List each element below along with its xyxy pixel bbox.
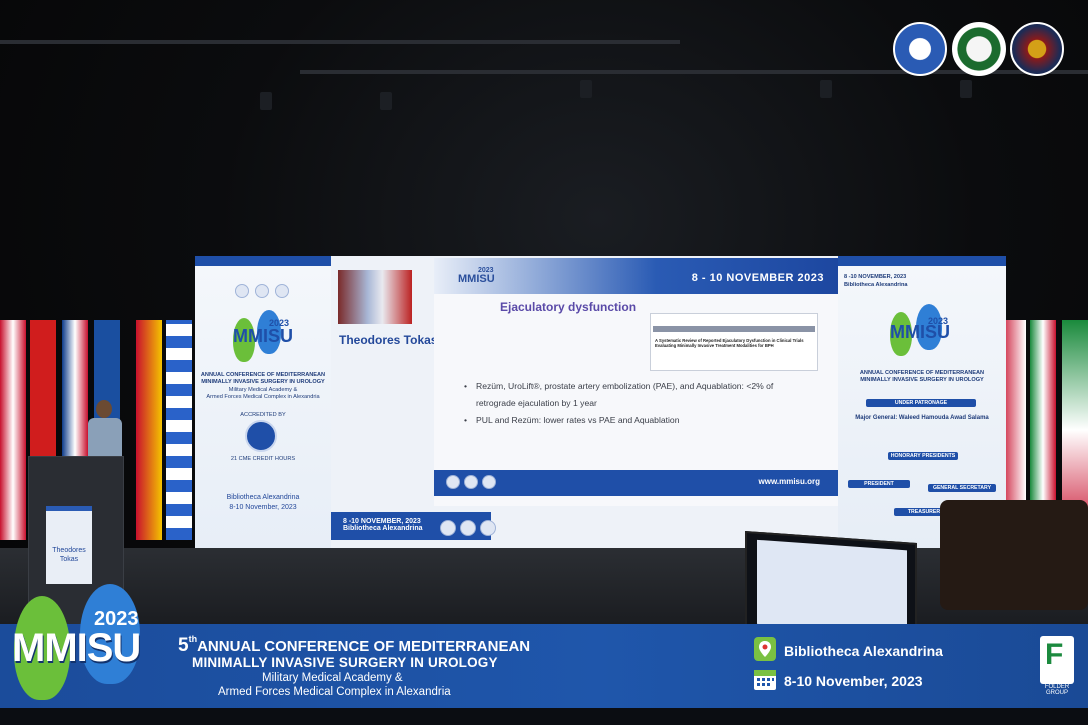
banner-conf-line2: MINIMALLY INVASIVE SURGERY IN UROLOGY xyxy=(192,655,498,670)
banner-dates: 8-10 November, 2023 xyxy=(784,673,923,689)
secretary-heading: GENERAL SECRETARY xyxy=(928,484,996,492)
flag xyxy=(136,320,162,540)
right-panel-venue: Bibliotheca Alexandrina xyxy=(844,282,908,288)
banner-shadow xyxy=(0,708,1088,725)
stage-floor xyxy=(0,548,1088,628)
panel-academy: Military Medical Academy & xyxy=(228,387,298,393)
podium-display xyxy=(46,506,92,584)
banner-mmisu-logo: MMISU xyxy=(12,626,141,670)
right-panel-dates: 8 -10 NOVEMBER, 2023 xyxy=(844,274,907,280)
logo-year: 2023 xyxy=(269,318,290,328)
seal-icon xyxy=(275,284,289,298)
slide-footer: www.mmisu.org xyxy=(434,470,838,496)
slide-title: Ejaculatory dysfunction xyxy=(500,300,637,314)
panel-conf-line2: MINIMALLY INVASIVE SURGERY IN UROLOGY xyxy=(201,379,325,385)
mmisu-seal-icon xyxy=(893,22,947,76)
speaker-video-feed xyxy=(338,270,412,324)
ceiling-truss xyxy=(0,40,680,44)
slide-logo-year: 2023 xyxy=(478,267,494,274)
stage-light xyxy=(820,80,832,98)
seal-icon xyxy=(235,284,249,298)
seal-icon xyxy=(440,520,456,536)
banner-ordinal: 5 xyxy=(178,635,189,656)
podium-speaker-name: Theodores Tokas xyxy=(52,547,86,563)
panel-seating xyxy=(940,500,1088,610)
mmisu-logo: MMISU xyxy=(233,326,293,346)
stage-light xyxy=(260,92,272,110)
left-sponsor-panel: MMISU 2023 ANNUAL CONFERENCE OF MEDITERR… xyxy=(195,256,331,552)
stage-light xyxy=(380,92,392,110)
seal-icon xyxy=(464,475,478,489)
right-conf-line2: MINIMALLY INVASIVE SURGERY IN UROLOGY xyxy=(860,377,984,383)
stage-light xyxy=(580,80,592,98)
speaker-name: Theodores Tokas xyxy=(339,333,438,347)
panel-dates: 8-10 November, 2023 xyxy=(229,504,297,511)
folder-group-text: FOLDER GROUP xyxy=(1040,684,1074,696)
accreditation-seal-icon xyxy=(245,420,277,452)
right-conf-line1: ANNUAL CONFERENCE OF MEDITERRANEAN xyxy=(859,370,985,376)
bottom-banner xyxy=(0,624,1088,708)
slide-bullet: Rezüm, UroLift®, prostate artery emboliz… xyxy=(464,378,804,412)
banner-ordinal-suffix: th xyxy=(188,634,198,644)
presentation-slide: MMISU 2023 8 - 10 NOVEMBER 2023 Ejaculat… xyxy=(434,258,838,506)
confidence-monitor xyxy=(745,530,917,640)
panel-conf-line1: ANNUAL CONFERENCE OF MEDITERRANEAN xyxy=(200,372,326,378)
banner-venue: Bibliotheca Alexandrina xyxy=(784,643,943,659)
folder-line2: GROUP xyxy=(1045,690,1068,696)
stage-light xyxy=(960,80,972,98)
paper-title: A Systematic Review of Reported Ejaculat… xyxy=(655,338,804,348)
location-pin-icon xyxy=(754,637,776,661)
banner-conf-line1: ANNUAL CONFERENCE OF MEDITERRANEAN xyxy=(197,638,531,655)
slide-url: www.mmisu.org xyxy=(758,477,821,486)
panel-complex: Armed Forces Medical Complex in Alexandr… xyxy=(206,394,320,400)
president-heading: PRESIDENT xyxy=(848,480,910,488)
honorary-heading: HONORARY PRESIDENTS xyxy=(888,452,958,460)
slide-logo: MMISU xyxy=(458,273,495,285)
seal-icon xyxy=(255,284,269,298)
patronage-heading: UNDER PATRONAGE xyxy=(866,399,976,407)
logo-year: 2023 xyxy=(928,316,949,326)
monitor-slide xyxy=(757,539,907,635)
flag xyxy=(166,320,192,540)
flag xyxy=(0,320,26,540)
paper-screenshot: A Systematic Review of Reported Ejaculat… xyxy=(650,313,818,371)
panel-venue: Bibliotheca Alexandrina xyxy=(226,494,300,501)
slide-bullet-list: Rezüm, UroLift®, prostate artery emboliz… xyxy=(464,378,804,429)
seal-icon xyxy=(460,520,476,536)
seal-icon xyxy=(482,475,496,489)
banner-conference-title: 5thANNUAL CONFERENCE OF MEDITERRANEAN xyxy=(178,634,530,657)
banner-academy: Military Medical Academy & xyxy=(262,672,403,684)
seal-icon xyxy=(446,475,460,489)
paper-section-bar xyxy=(653,326,815,332)
seal-icon xyxy=(480,520,496,536)
panel-accredited: ACCREDITED BY xyxy=(240,412,286,418)
academy-seal-icon xyxy=(952,22,1006,76)
banner-complex: Armed Forces Medical Complex in Alexandr… xyxy=(218,686,451,698)
panel-cme: 21 CME CREDIT HOURS xyxy=(230,456,296,462)
armed-forces-seal-icon xyxy=(1010,22,1064,76)
folder-group-logo: F xyxy=(1040,636,1074,684)
slide-bullet: PUL and Rezüm: lower rates vs PAE and Aq… xyxy=(464,412,804,429)
calendar-icon xyxy=(754,670,776,690)
patron-name: Major General: Waleed Hamouda Awad Salam… xyxy=(855,415,989,421)
slide-header: MMISU 2023 8 - 10 NOVEMBER 2023 xyxy=(434,258,838,294)
slide-date: 8 - 10 NOVEMBER 2023 xyxy=(691,272,824,284)
